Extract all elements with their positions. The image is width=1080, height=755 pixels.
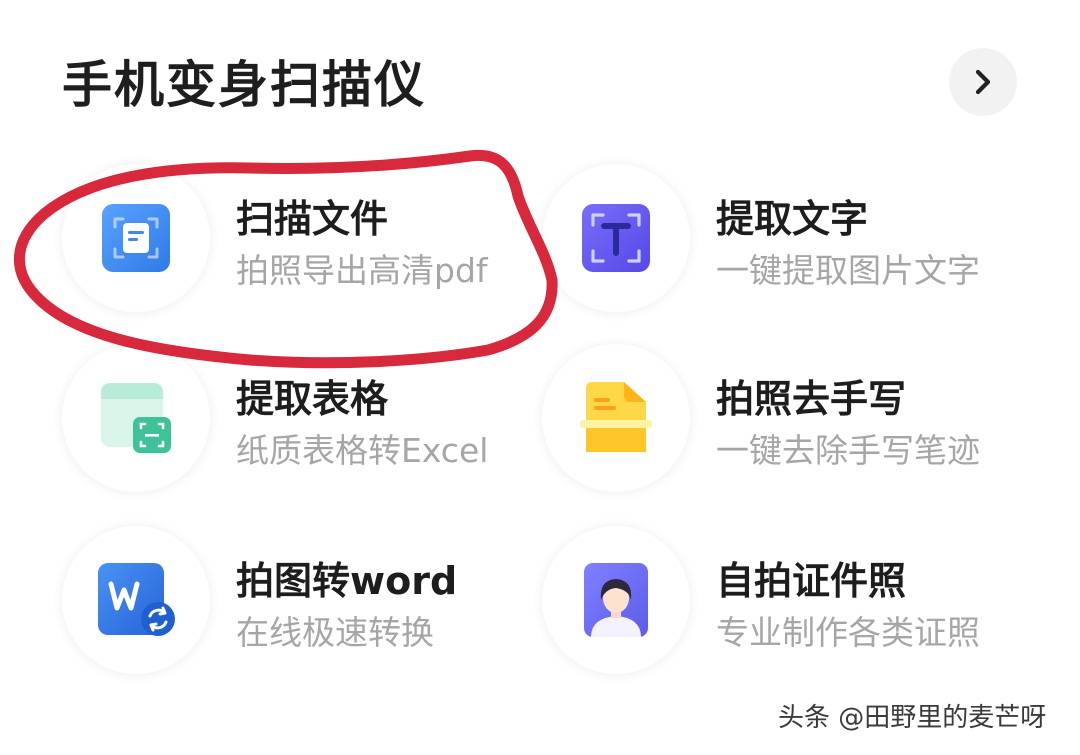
tool-icon-circle: [62, 526, 210, 674]
tool-title: 提取文字: [716, 197, 869, 241]
tool-title: 扫描文件: [236, 197, 389, 241]
tool-icon-circle: [542, 526, 690, 674]
chevron-right-icon: [975, 69, 991, 95]
tool-icon-circle: [62, 344, 210, 492]
remove-handwriting-icon: [580, 382, 652, 452]
tool-title: 提取表格: [236, 377, 389, 421]
tool-extract-table[interactable]: 提取表格 纸质表格转Excel: [62, 344, 522, 494]
text-extract-icon: [582, 204, 650, 272]
tool-title: 拍照去手写: [716, 377, 907, 421]
tool-icon-circle: [542, 164, 690, 312]
tool-subtitle: 一键提取图片文字: [716, 251, 980, 290]
tool-subtitle: 在线极速转换: [236, 613, 434, 652]
tool-subtitle: 一键去除手写笔迹: [716, 431, 980, 470]
tool-photo-to-word[interactable]: 拍图转word 在线极速转换: [62, 526, 522, 676]
section-header: 手机变身扫描仪: [62, 48, 1022, 122]
id-photo-icon: [584, 563, 648, 637]
tool-subtitle: 拍照导出高清pdf: [236, 251, 488, 290]
watermark: 头条 @田野里的麦芒呀: [778, 703, 1047, 733]
tool-title: 自拍证件照: [716, 559, 907, 603]
word-convert-icon: [98, 563, 175, 636]
tool-title: 拍图转word: [236, 559, 458, 603]
tool-subtitle: 专业制作各类证照: [716, 613, 980, 652]
tool-icon-circle: [62, 164, 210, 312]
tool-subtitle: 纸质表格转Excel: [236, 431, 489, 470]
table-extract-icon: [101, 383, 171, 453]
more-button[interactable]: [949, 48, 1017, 116]
tool-id-photo[interactable]: 自拍证件照 专业制作各类证照: [542, 526, 1002, 676]
tool-remove-handwriting[interactable]: 拍照去手写 一键去除手写笔迹: [542, 344, 1002, 494]
tool-scan-document[interactable]: 扫描文件 拍照导出高清pdf: [62, 164, 522, 314]
tool-extract-text[interactable]: 提取文字 一键提取图片文字: [542, 164, 1002, 314]
tool-icon-circle: [542, 344, 690, 492]
scan-document-icon: [102, 204, 170, 272]
page-title: 手机变身扫描仪: [62, 56, 426, 114]
